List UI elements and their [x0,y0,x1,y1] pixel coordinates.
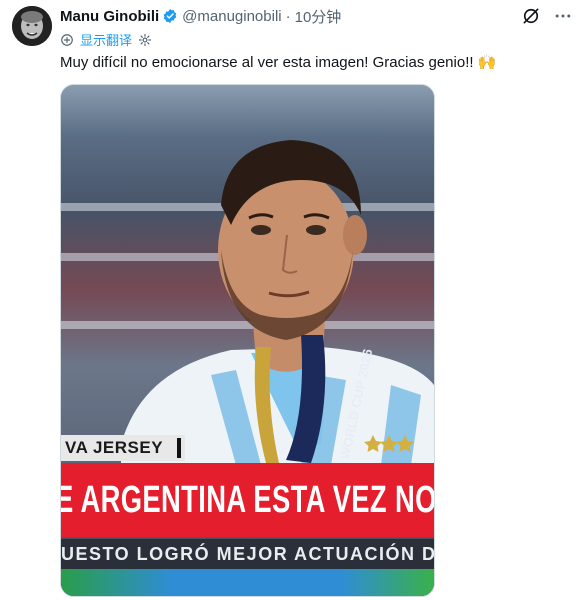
show-translation-link[interactable]: 显示翻译 [80,30,132,49]
verified-badge-icon [162,8,178,24]
headline-banner: E ARGENTINA ESTA VEZ NO ALCANZÓ: L [61,463,434,537]
tweet: Manu Ginobili @manuginobili · 10分钟 显示翻译 … [0,0,587,600]
grok-icon[interactable] [521,6,541,26]
tweet-media[interactable]: WORLD CUP 2026 VA JERSEY E ARGENTINA EST… [60,84,435,597]
translate-icon [60,33,74,47]
caption-flag-bar [177,438,181,458]
headline-text: E ARGENTINA ESTA VEZ NO ALCANZÓ: L [61,478,434,521]
translate-row: 显示翻译 [60,30,152,49]
timestamp[interactable]: 10分钟 [295,6,342,27]
tweet-actions-top [521,6,573,26]
author-handle[interactable]: @manuginobili [182,8,281,25]
location-caption: VA JERSEY [61,435,185,461]
separator-dot: · [285,7,291,25]
subline-text: UESTO LOGRÓ MEJOR ACTUACIÓN DESDE EL T [61,543,434,564]
tweet-text: Muy difícil no emocionarse al ver esta i… [60,54,497,71]
tweet-header: Manu Ginobili @manuginobili · 10分钟 [60,6,341,26]
ticker-bar [61,569,434,596]
gear-icon[interactable] [138,33,152,47]
location-caption-text: VA JERSEY [65,438,164,457]
author-name[interactable]: Manu Ginobili [60,8,159,25]
subline-banner: UESTO LOGRÓ MEJOR ACTUACIÓN DESDE EL T [61,539,434,569]
more-icon[interactable] [553,6,573,26]
avatar[interactable] [12,6,52,46]
